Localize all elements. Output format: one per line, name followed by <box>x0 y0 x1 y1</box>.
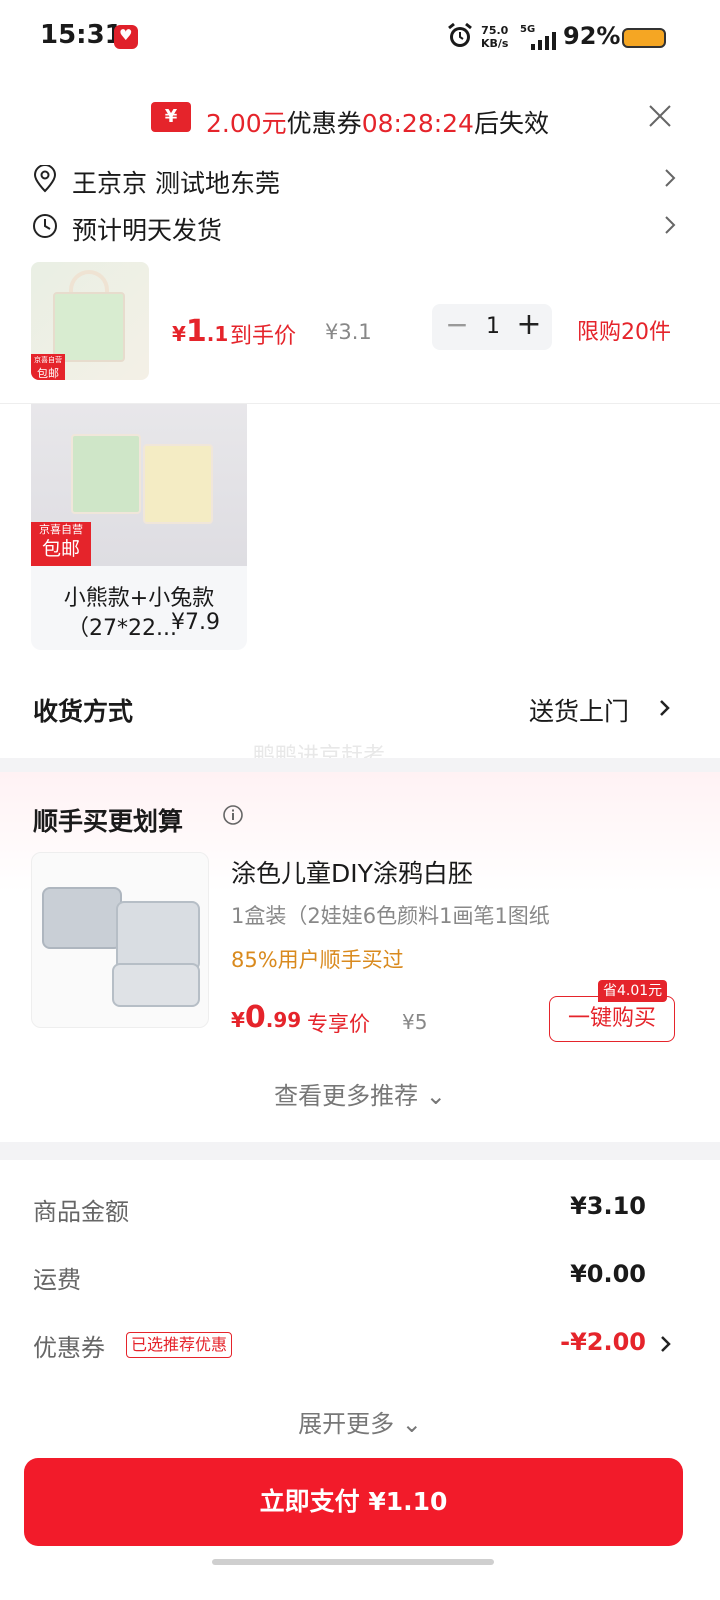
coupon-label: 优惠券 <box>286 109 362 138</box>
network-speed-value: 75.0 <box>481 24 509 37</box>
coupon-expiry-text: 2.00元优惠券08:28:24后失效 <box>206 104 549 140</box>
address-row[interactable]: 王京京 测试地东莞 <box>0 158 720 202</box>
recommendation-image[interactable] <box>31 852 209 1028</box>
battery-icon <box>622 28 666 48</box>
coupon-expiry-banner: ¥ 2.00元优惠券08:28:24后失效 <box>0 96 720 142</box>
shipping-fee-value: ¥0.00 <box>570 1260 646 1288</box>
quantity-stepper: − 1 + <box>432 304 552 350</box>
recommendation-section: 顺手买更划算 涂色儿童DIY涂鸦白胚 1盒装（2娃娃6色颜料1画笔1图纸 85%… <box>0 772 720 1142</box>
address-text: 王京京 测试地东莞 <box>72 169 280 198</box>
quantity-value[interactable]: 1 <box>484 314 502 339</box>
original-price: ¥3.1 <box>325 320 372 344</box>
coupon-countdown: 08:28:24 <box>361 109 474 138</box>
coupon-suffix: 后失效 <box>473 109 549 138</box>
variant-card[interactable]: 京喜自营 包邮 小熊款+小兔款 （27*22... ¥7.9 <box>31 404 247 650</box>
status-bar: 15:31 75.0 KB/s 5G 92% <box>0 0 720 76</box>
final-price-label: 到手价 <box>230 324 297 349</box>
home-indicator[interactable] <box>212 1559 494 1565</box>
pay-now-button[interactable]: 立即支付 ¥1.10 <box>24 1458 683 1546</box>
close-icon[interactable] <box>646 102 674 130</box>
battery-percentage: 92% <box>563 22 621 50</box>
coupon-row-label: 优惠券 <box>33 1334 105 1362</box>
price-integer: 1 <box>185 314 207 349</box>
coupon-amount: 2.00元 <box>206 109 287 138</box>
price-currency: ¥ <box>231 1008 245 1032</box>
recommendation-social-proof: 85%用户顺手买过 <box>231 948 404 972</box>
status-time: 15:31 <box>40 20 123 50</box>
free-shipping-badge: 京喜自营 包邮 <box>31 354 65 380</box>
delivery-method-row[interactable]: 收货方式 送货上门 <box>0 690 720 730</box>
coupon-icon: ¥ <box>151 102 191 132</box>
product-row: 京喜自营 包邮 ¥1.1 到手价 ¥3.1 − 1 + 限购20件 <box>0 262 720 382</box>
badge-store-label: 京喜自营 <box>39 523 83 536</box>
chevron-right-icon <box>665 216 676 234</box>
variant-image: 京喜自营 包邮 <box>31 404 247 566</box>
section-separator <box>0 758 720 772</box>
box-shape <box>116 901 200 971</box>
section-separator <box>0 1142 720 1160</box>
network-speed-unit: KB/s <box>481 37 509 50</box>
recommendation-price-label: 专享价 <box>307 1012 370 1036</box>
clock-icon <box>33 214 57 238</box>
recommendation-item-spec: 1盒装（2娃娃6色颜料1画笔1图纸 <box>231 904 550 928</box>
shipping-fee-row: 运费 ¥0.00 <box>0 1256 720 1296</box>
bag-shape <box>71 434 141 514</box>
goods-amount-row: 商品金额 ¥3.10 <box>0 1188 720 1228</box>
goods-amount-label: 商品金额 <box>33 1198 129 1226</box>
info-icon[interactable] <box>222 804 244 826</box>
price-currency: ¥ <box>172 322 186 346</box>
recommendation-original-price: ¥5 <box>402 1010 428 1034</box>
shipping-estimate-row[interactable]: 预计明天发货 <box>0 205 720 249</box>
minus-icon[interactable]: − <box>444 311 470 339</box>
savings-tag: 省4.01元 <box>598 980 668 1002</box>
goods-amount-value: ¥3.10 <box>570 1192 646 1220</box>
plus-icon[interactable]: + <box>516 310 542 340</box>
badge-main-label: 包邮 <box>41 538 80 560</box>
price-integer: 0 <box>244 1000 266 1035</box>
alarm-icon <box>448 22 472 47</box>
expand-more-link[interactable]: 展开更多 ⌄ <box>0 1404 720 1439</box>
chevron-right-icon <box>660 700 670 716</box>
delivery-method-value: 送货上门 <box>529 697 630 726</box>
network-speed: 75.0 KB/s <box>481 24 508 50</box>
more-recommendations-link[interactable]: 查看更多推荐 ⌄ <box>0 1076 720 1111</box>
product-image[interactable]: 京喜自营 包邮 <box>31 262 149 380</box>
coupon-row[interactable]: 优惠券 已选推荐优惠 -¥2.00 <box>0 1324 720 1364</box>
shipping-fee-label: 运费 <box>33 1266 81 1294</box>
price-decimal: .99 <box>265 1008 302 1032</box>
location-pin-icon <box>33 165 57 193</box>
recommendation-price: ¥0.99 <box>231 1000 301 1035</box>
recommendation-item-name[interactable]: 涂色儿童DIY涂鸦白胚 <box>231 854 473 890</box>
coupon-discount-value: -¥2.00 <box>560 1328 646 1356</box>
signal-icon <box>531 32 556 50</box>
badge-main-label: 包邮 <box>37 367 59 380</box>
recommended-coupon-chip: 已选推荐优惠 <box>126 1332 233 1358</box>
bag-shape <box>53 292 125 362</box>
bag-shape <box>143 444 213 524</box>
app-notification-icon <box>114 25 138 49</box>
shipping-estimate-text: 预计明天发货 <box>72 216 223 245</box>
recommendation-title: 顺手买更划算 <box>33 807 184 836</box>
variant-desc: （27*22... <box>67 616 177 641</box>
chevron-right-icon <box>665 169 676 187</box>
variant-price: ¥7.9 <box>171 610 220 635</box>
variant-name: 小熊款+小兔款 <box>63 586 215 611</box>
chevron-right-icon <box>661 1336 671 1352</box>
order-summary: 商品金额 ¥3.10 运费 ¥0.00 优惠券 已选推荐优惠 -¥2.00 展开… <box>0 1160 720 1450</box>
price-decimal: .1 <box>206 322 229 346</box>
free-shipping-badge: 京喜自营 包邮 <box>31 522 91 566</box>
badge-store-label: 京喜自营 <box>34 356 62 364</box>
box-shape <box>42 887 122 949</box>
box-shape <box>112 963 200 1007</box>
purchase-limit: 限购20件 <box>577 320 671 345</box>
final-price: ¥1.1 <box>172 314 228 349</box>
delivery-method-label: 收货方式 <box>33 697 134 726</box>
one-click-buy-button[interactable]: 一键购买 <box>549 996 675 1042</box>
